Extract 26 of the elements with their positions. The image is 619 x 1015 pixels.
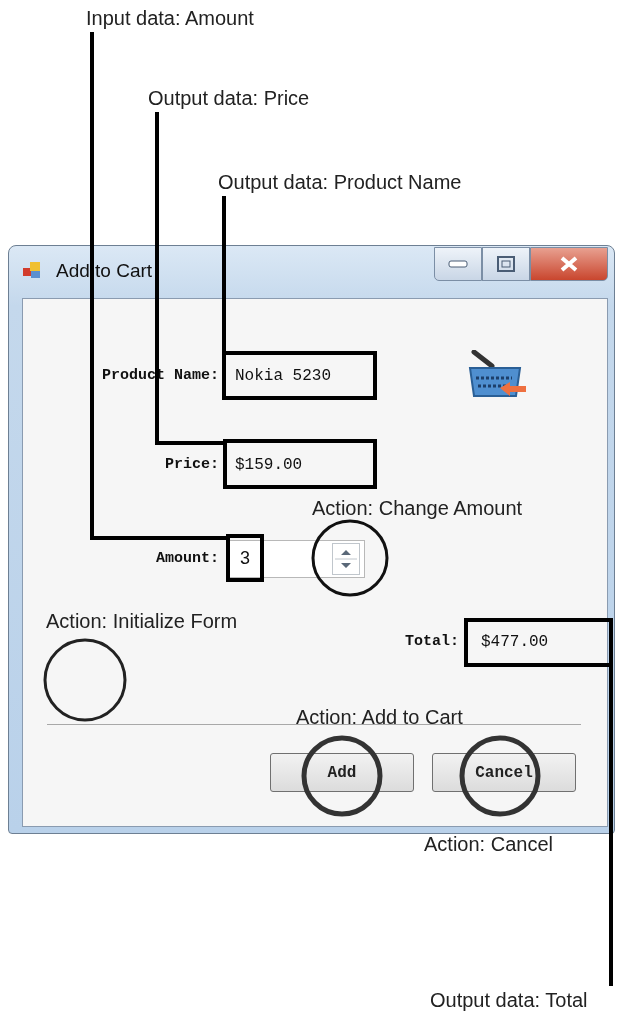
- annotation-label: Action: Cancel: [424, 832, 553, 856]
- annotation-label: Input data: Amount: [86, 6, 254, 30]
- annotation-label: Action: Change Amount: [312, 496, 523, 520]
- annotation-label: Action: Initialize Form: [46, 609, 238, 633]
- price-value: $159.00: [234, 455, 303, 474]
- action-button[interactable]: Cancel: [432, 753, 576, 792]
- field-label: Total:: [404, 633, 460, 650]
- annotation-label: Output data: Price: [148, 86, 310, 110]
- close-button[interactable]: [530, 247, 608, 281]
- total-value: $477.00: [480, 632, 549, 651]
- close-icon: [559, 256, 579, 272]
- app-icon: [22, 260, 42, 280]
- annotation-label: Output data: Product Name: [218, 170, 462, 194]
- window-title: Add to Cart: [56, 260, 153, 282]
- maximize-button[interactable]: [482, 247, 530, 281]
- product-name-value: Nokia 5230: [234, 366, 331, 385]
- amount-spinner[interactable]: 3: [227, 539, 365, 578]
- annotation-label: Output data: Total: [430, 988, 588, 1012]
- field-label: Amount:: [155, 550, 220, 567]
- action-button[interactable]: Add: [270, 753, 414, 792]
- minimize-icon: [448, 260, 468, 268]
- annotation-label: Action: Add to Cart: [296, 705, 463, 729]
- spin-arrows-icon[interactable]: [332, 542, 360, 575]
- field-label: Price:: [164, 456, 220, 473]
- minimize-button[interactable]: [434, 247, 482, 281]
- maximize-icon: [497, 256, 515, 272]
